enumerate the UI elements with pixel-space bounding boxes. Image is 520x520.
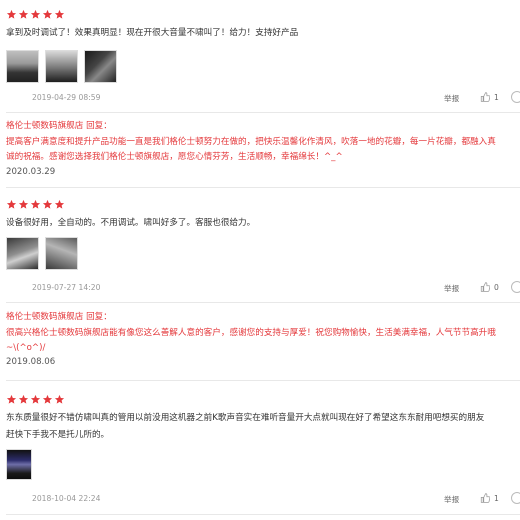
divider	[6, 187, 520, 188]
reply-date: 2019.08.06	[6, 357, 56, 367]
more-icon[interactable]	[511, 91, 520, 103]
reply-line: ~\(^o^)/	[6, 343, 46, 353]
thumbs-up-icon	[480, 493, 490, 503]
star-icon	[6, 394, 17, 404]
review-1-reply: 格伦士顿数码旗舰店 回复： 提高客户满意度和提升产品功能一直是我们格伦士顿努力在…	[6, 119, 520, 165]
report-button[interactable]: 举报	[444, 494, 459, 505]
review-image[interactable]	[6, 237, 39, 270]
review-1-text: 拿到及时调试了！效果真明显！现在开很大音量不啸叫了！给力！支持好产品	[6, 26, 298, 41]
review-3-text: 东东质量很好不错仿啸叫真的管用以前没用这机器之前K歌声音实在难听音量开大点就叫现…	[6, 411, 484, 443]
review-image[interactable]	[45, 237, 78, 270]
review-3-date: 2018-10-04 22:24	[32, 494, 101, 503]
like-count: 1	[494, 493, 499, 503]
star-icon	[18, 199, 29, 209]
star-icon	[42, 199, 53, 209]
thumbs-up-icon	[480, 282, 490, 292]
star-icon	[6, 9, 17, 19]
review-2-text: 设备很好用，全自动的。不用调试。啸叫好多了。客服也很给力。	[6, 216, 255, 231]
more-icon[interactable]	[511, 492, 520, 504]
review-text-line: 拿到及时调试了！效果真明显！现在开很大音量不啸叫了！给力！支持好产品	[6, 28, 299, 38]
review-image[interactable]	[6, 50, 39, 83]
reply-date: 2020.03.29	[6, 167, 56, 177]
star-icon	[42, 394, 53, 404]
review-text-line: 设备很好用，全自动的。不用调试。啸叫好多了。客服也很给力。	[6, 218, 256, 228]
star-icon	[30, 9, 41, 19]
review-image[interactable]	[84, 50, 117, 83]
like-count: 0	[494, 282, 499, 292]
reply-line: 诚的祝福。感谢您选择我们格伦士顿旗舰店，愿您心情芬芳，生活顺畅，幸福绵长！^_^	[6, 152, 343, 162]
star-icon	[54, 394, 65, 404]
star-icon	[54, 199, 65, 209]
reply-header: 格伦士顿数码旗舰店 回复：	[6, 121, 112, 131]
star-icon	[18, 9, 29, 19]
review-2-reply: 格伦士顿数码旗舰店 回复： 很高兴格伦士顿数码旗舰店能有像您这么善解人意的客户，…	[6, 310, 520, 356]
reply-line: 提高客户满意度和提升产品功能一直是我们格伦士顿努力在做的，把快乐温馨化作清风，吹…	[6, 137, 496, 147]
like-button[interactable]: 1	[480, 493, 499, 503]
star-icon	[30, 394, 41, 404]
star-icon	[18, 394, 29, 404]
star-icon	[30, 199, 41, 209]
divider	[6, 302, 520, 303]
divider	[6, 380, 520, 381]
star-icon	[42, 9, 53, 19]
like-button[interactable]: 1	[480, 92, 499, 102]
review-1-date: 2019-04-29 08:59	[32, 93, 101, 102]
reply-header: 格伦士顿数码旗舰店 回复：	[6, 312, 112, 322]
like-count: 1	[494, 92, 499, 102]
review-3-images	[6, 449, 32, 480]
review-2-rating	[6, 199, 65, 210]
star-icon	[6, 199, 17, 209]
review-text-line: 东东质量很好不错仿啸叫真的管用以前没用这机器之前K歌声音实在难听音量开大点就叫现…	[6, 413, 485, 423]
review-2-date: 2019-07-27 14:20	[32, 283, 101, 292]
divider	[6, 112, 520, 113]
divider	[6, 514, 520, 515]
report-button[interactable]: 举报	[444, 283, 459, 294]
review-3-rating	[6, 394, 65, 405]
like-button[interactable]: 0	[480, 282, 499, 292]
review-1-images	[6, 50, 117, 83]
review-image[interactable]	[45, 50, 78, 83]
thumbs-up-icon	[480, 92, 490, 102]
star-icon	[54, 9, 65, 19]
report-button[interactable]: 举报	[444, 93, 459, 104]
more-icon[interactable]	[511, 281, 520, 293]
review-1-rating	[6, 9, 65, 20]
review-image[interactable]	[6, 449, 32, 480]
reply-line: 很高兴格伦士顿数码旗舰店能有像您这么善解人意的客户，感谢您的支持与厚爱！祝您购物…	[6, 328, 496, 338]
review-text-line: 赶快下手我不是托儿所的。	[6, 430, 110, 440]
review-2-images	[6, 237, 78, 270]
